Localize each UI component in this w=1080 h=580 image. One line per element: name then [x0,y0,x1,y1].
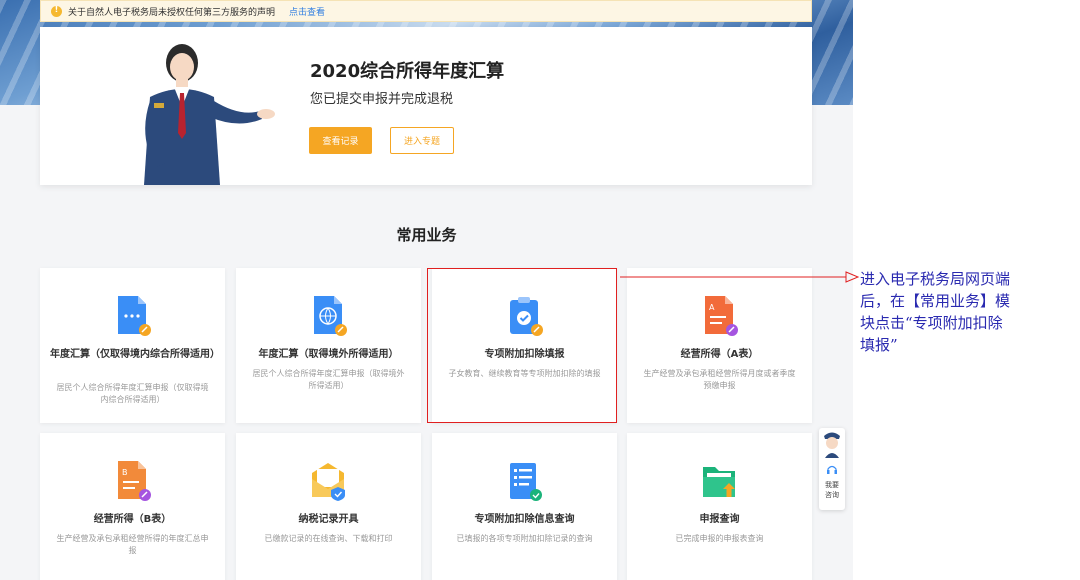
annotation-line: 进入电子税务局网页端 [860,270,1011,288]
annotation-line: 填报” [860,336,898,354]
annotation-line: 块点击“专项附加扣除 [860,314,1003,332]
annotation-line: 后，在【常用业务】模 [860,292,1011,310]
annotation-text: 进入电子税务局网页端 后，在【常用业务】模 块点击“专项附加扣除 填报” [860,268,1072,356]
